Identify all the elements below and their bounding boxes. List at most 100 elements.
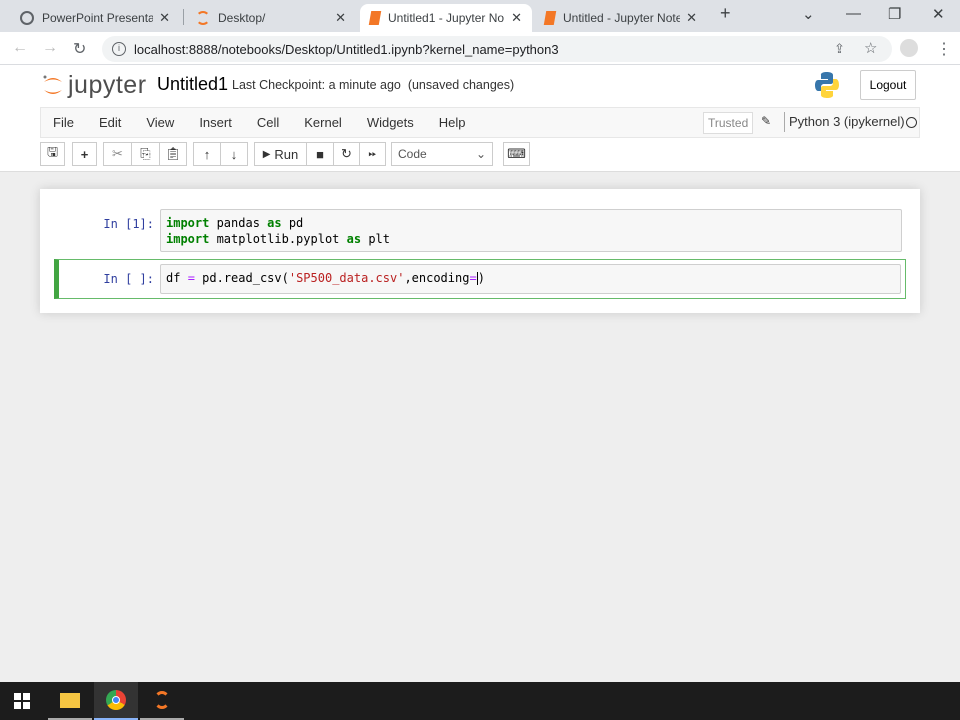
chrome-icon — [106, 690, 126, 710]
menubar: File Edit View Insert Cell Kernel Widget… — [40, 107, 920, 138]
jupyter-icon — [196, 11, 210, 25]
close-tab-icon[interactable]: ✕ — [686, 10, 697, 26]
cell-prompt: In [ ]: — [103, 272, 154, 286]
new-tab-button[interactable]: + — [720, 3, 731, 24]
keyboard-icon: ⌨ — [507, 146, 526, 161]
notebook-name[interactable]: Untitled1 — [157, 74, 228, 95]
close-tab-icon[interactable]: ✕ — [511, 10, 522, 26]
notebook-icon — [368, 11, 382, 25]
stop-icon: ■ — [316, 146, 324, 162]
move-up-button[interactable]: ↑ — [193, 142, 221, 166]
notebook-icon — [543, 11, 557, 25]
scissors-icon: ✂ — [112, 146, 123, 161]
start-button[interactable] — [0, 682, 44, 720]
kernel-idle-indicator — [906, 117, 917, 128]
save-icon: 🖫 — [46, 144, 59, 159]
folder-icon — [60, 692, 80, 708]
notebook-container: In [1]: import pandas as pd import matplo… — [40, 189, 920, 313]
menu-file[interactable]: File — [41, 115, 86, 130]
plus-icon: + — [80, 146, 89, 162]
menu-icon[interactable]: ⋮ — [936, 39, 952, 59]
save-button[interactable]: 🖫 — [40, 142, 65, 166]
cut-button[interactable]: ✂ — [103, 142, 132, 166]
taskbar-file-explorer[interactable] — [48, 682, 92, 720]
code-token: ,encoding — [404, 271, 470, 285]
jupyter-logo[interactable]: jupyter — [42, 71, 147, 100]
interrupt-button[interactable]: ■ — [306, 142, 334, 166]
code-token: import — [166, 216, 210, 230]
taskbar-chrome[interactable] — [94, 682, 138, 720]
code-token: pd.read_csv( — [194, 271, 289, 285]
code-token: pandas — [209, 216, 268, 230]
chevron-down-icon: ⌄ — [475, 147, 486, 161]
menu-cell[interactable]: Cell — [245, 115, 291, 130]
logout-button[interactable]: Logout — [860, 70, 916, 100]
jupyter-icon — [154, 691, 170, 709]
restart-run-all-button[interactable]: ⏩︎ — [359, 142, 386, 166]
close-tab-icon[interactable]: ✕ — [159, 10, 170, 26]
restart-icon: ↻ — [341, 146, 352, 161]
close-tab-icon[interactable]: ✕ — [335, 10, 346, 26]
address-bar-row: ← → ↻ i localhost:8888/notebooks/Desktop… — [0, 32, 960, 65]
minimize-button[interactable]: — — [846, 5, 861, 22]
tab-search-button[interactable]: ⌄ — [802, 5, 815, 23]
back-icon[interactable]: ← — [12, 39, 28, 57]
python-logo-icon — [815, 72, 839, 98]
info-icon[interactable]: i — [112, 42, 126, 56]
menu-help[interactable]: Help — [427, 115, 478, 130]
star-icon[interactable]: ☆ — [864, 39, 877, 57]
reload-icon[interactable]: ↻ — [73, 39, 86, 59]
paste-button[interactable]: 📋︎ — [159, 142, 187, 166]
menu-view[interactable]: View — [134, 115, 186, 130]
cell-prompt: In [1]: — [103, 217, 154, 231]
code-line: import matplotlib.pyplot as plt — [166, 231, 896, 247]
code-token: plt — [361, 232, 390, 246]
globe-icon — [20, 11, 34, 25]
tab-untitled1[interactable]: Untitled1 - Jupyter No ✕ — [360, 4, 532, 32]
code-cell[interactable]: In [1]: import pandas as pd import matplo… — [54, 209, 906, 253]
code-token: 'SP500_data.csv' — [288, 271, 405, 285]
arrow-down-icon: ↓ — [230, 146, 238, 162]
code-token: df — [166, 271, 188, 285]
menu-kernel[interactable]: Kernel — [292, 115, 354, 130]
taskbar — [0, 682, 960, 720]
tab-desktop[interactable]: Desktop/ ✕ — [186, 4, 356, 32]
share-icon[interactable]: ⇪ — [834, 41, 845, 57]
taskbar-jupyter[interactable] — [140, 682, 184, 720]
menu-widgets[interactable]: Widgets — [355, 115, 426, 130]
menu-insert[interactable]: Insert — [187, 115, 244, 130]
kernel-name: Python 3 (ipykernel) — [784, 112, 905, 132]
code-token: = — [469, 271, 477, 285]
command-palette-button[interactable]: ⌨ — [503, 142, 530, 166]
run-button[interactable]: ▶ Run — [254, 142, 307, 166]
cell-type-select[interactable]: Code ⌄ — [391, 142, 493, 166]
windows-icon — [14, 693, 30, 709]
paste-icon: 📋︎ — [164, 146, 182, 161]
jupyter-logo-icon — [43, 75, 62, 94]
copy-button[interactable]: ⎘ — [131, 142, 160, 166]
code-token: as — [267, 216, 282, 230]
move-down-button[interactable]: ↓ — [220, 142, 248, 166]
code-cell-selected[interactable]: In [ ]: df = pd.read_csv('SP500_data.csv… — [54, 259, 906, 299]
browser-tab-bar: PowerPoint Presentati ✕ Desktop/ ✕ Untit… — [0, 0, 960, 32]
insert-cell-button[interactable]: + — [72, 142, 97, 166]
restore-button[interactable]: ❐ — [888, 5, 901, 23]
tab-powerpoint[interactable]: PowerPoint Presentati ✕ — [10, 4, 180, 32]
trusted-badge[interactable]: Trusted — [703, 112, 754, 134]
jupyter-header: jupyter Untitled1 Last Checkpoint: a min… — [0, 65, 960, 106]
code-input[interactable]: import pandas as pd import matplotlib.pyp… — [160, 209, 902, 252]
code-token: as — [346, 232, 362, 246]
fast-forward-icon: ⏩︎ — [368, 148, 377, 160]
url-input[interactable]: i localhost:8888/notebooks/Desktop/Untit… — [102, 36, 892, 62]
code-input[interactable]: df = pd.read_csv('SP500_data.csv',encodi… — [160, 264, 901, 294]
menu-edit[interactable]: Edit — [87, 115, 133, 130]
toolbar: 🖫 + ✂ ⎘ 📋︎ ↑ ↓ ▶ Run ■ ↻ ⏩︎ Code ⌄ ⌨ — [40, 141, 920, 169]
pencil-icon[interactable]: ✎ — [761, 114, 771, 128]
checkpoint-status: Last Checkpoint: a minute ago (unsaved c… — [232, 78, 515, 92]
close-window-button[interactable]: ✕ — [932, 5, 945, 23]
copy-icon: ⎘ — [140, 146, 151, 161]
tab-untitled[interactable]: Untitled - Jupyter Note ✕ — [535, 4, 707, 32]
profile-avatar[interactable] — [900, 39, 918, 57]
restart-button[interactable]: ↻ — [333, 142, 360, 166]
forward-icon[interactable]: → — [42, 39, 58, 57]
